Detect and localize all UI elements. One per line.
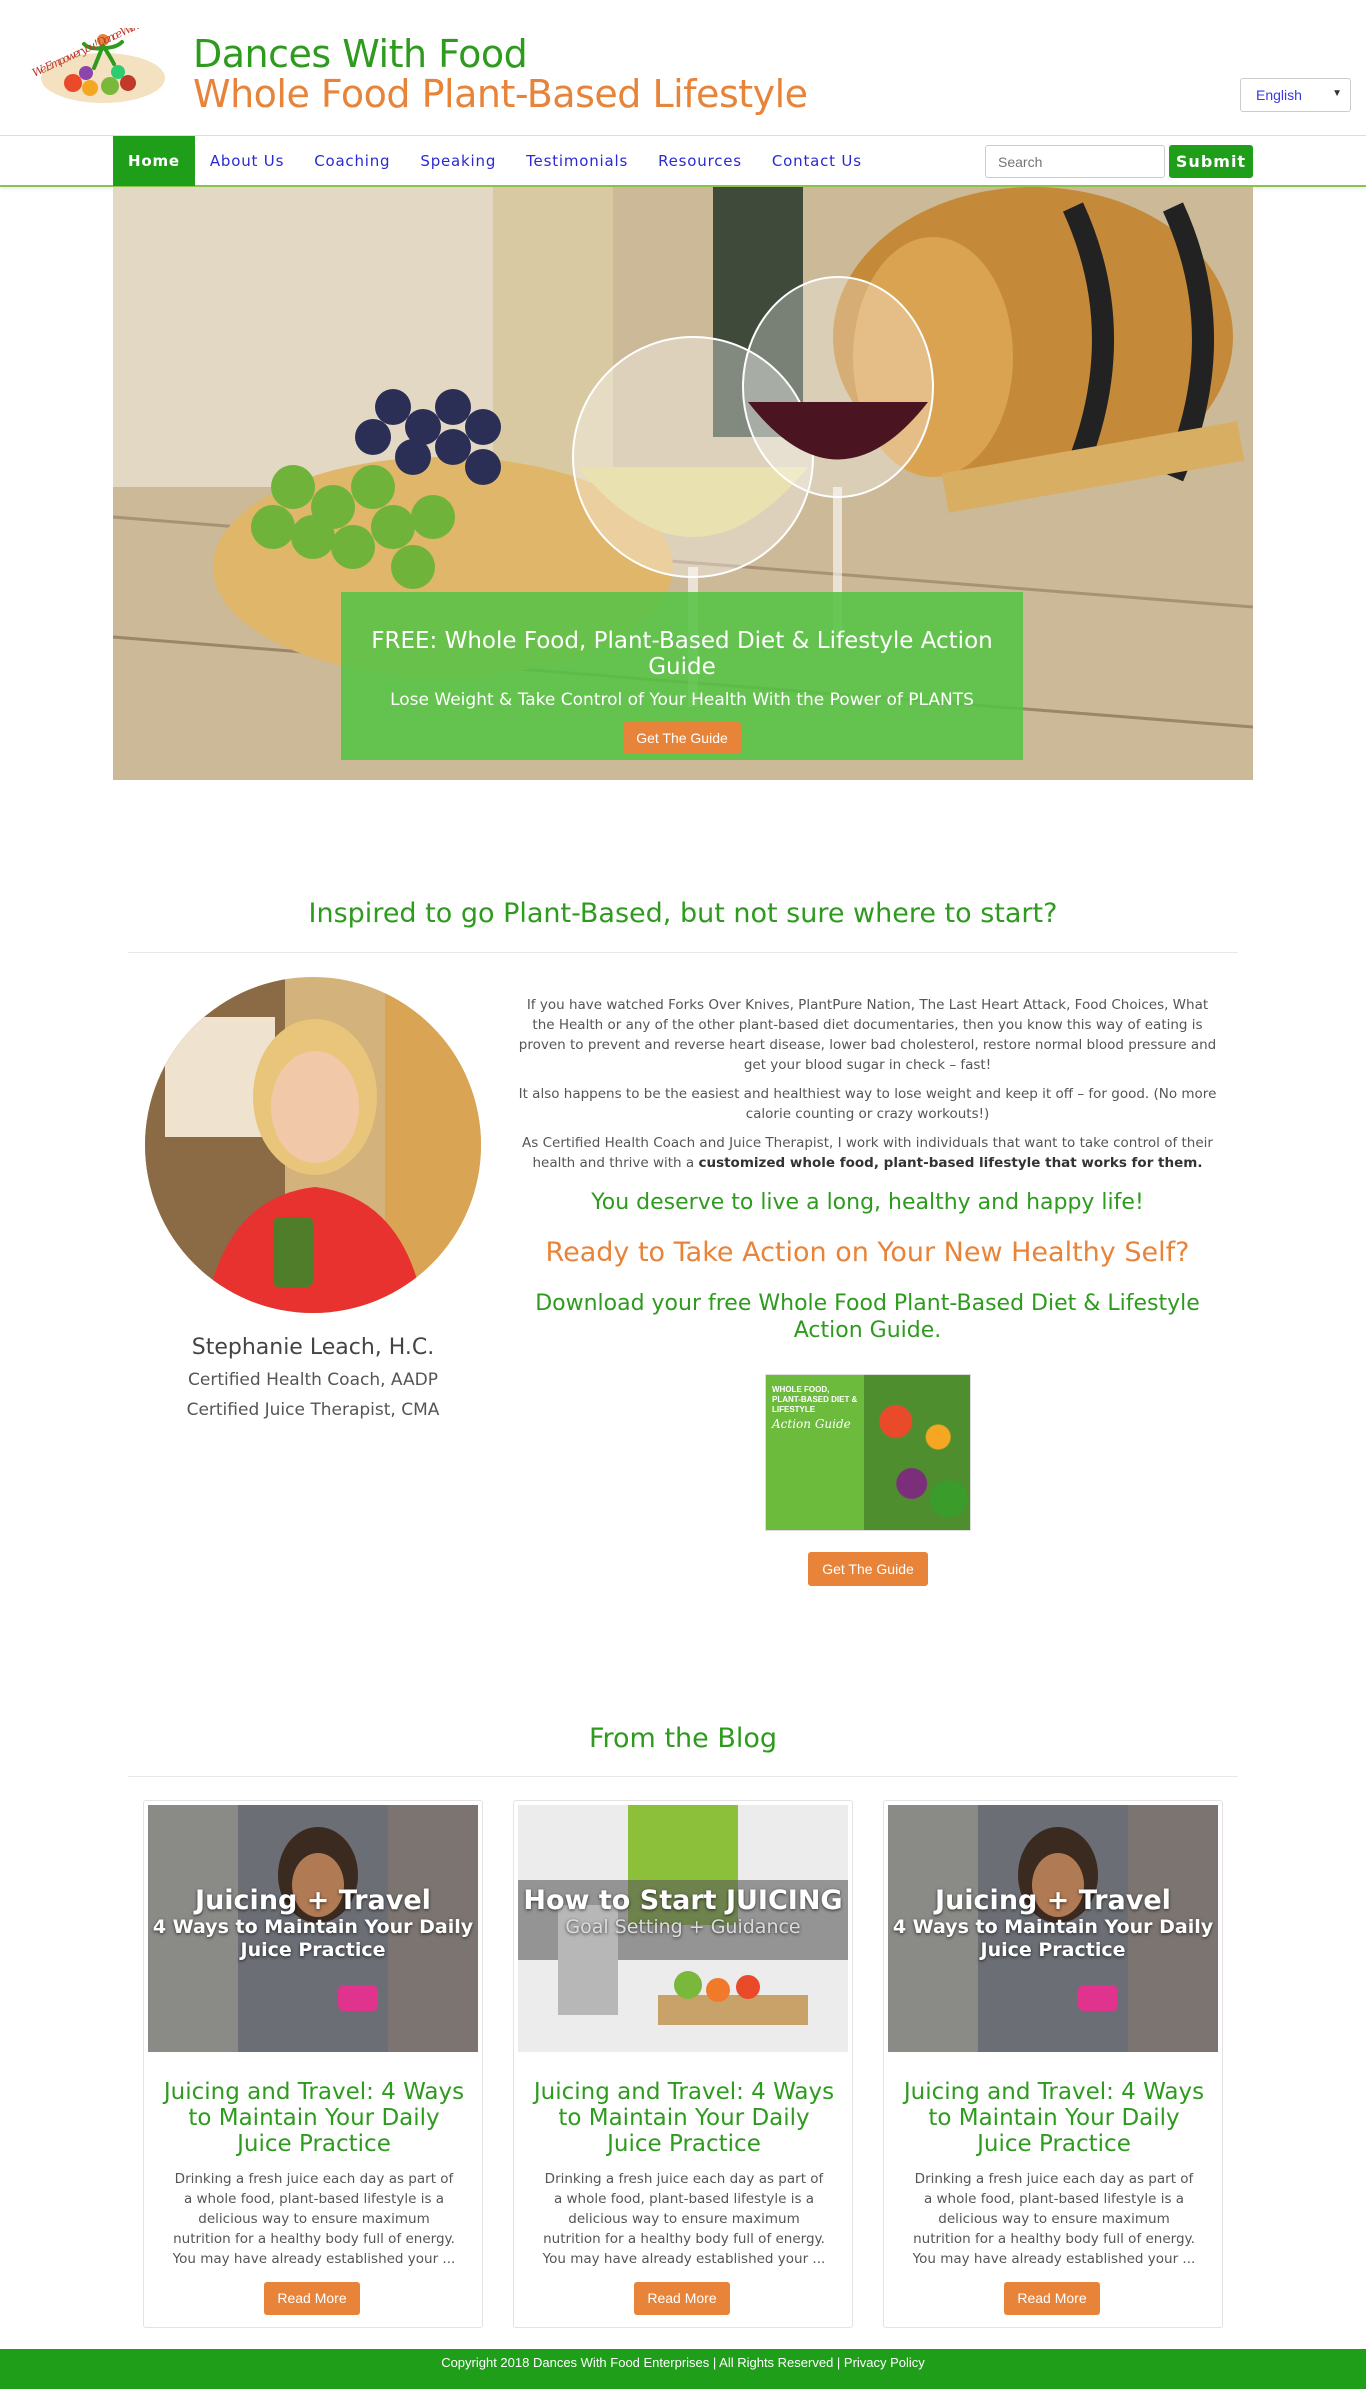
person-credential-aadp: Certified Health Coach, AADP: [188, 1370, 438, 1390]
blog-post-title[interactable]: Juicing and Travel: 4 Ways to Maintain Y…: [529, 2079, 839, 2157]
hero-banner: FREE: Whole Food, Plant-Based Diet & Lif…: [113, 187, 1253, 780]
language-value: English: [1256, 87, 1302, 103]
site-logo[interactable]: We Empower you ! Dance With Foods: [28, 9, 178, 108]
nav-item-home[interactable]: Home: [113, 136, 195, 186]
site-header: We Empower you ! Dance With Foods Dances…: [0, 0, 1366, 135]
blog-card: How to Start JUICING Goal Setting + Guid…: [513, 1800, 853, 2328]
guide-cover-image[interactable]: WHOLE FOOD, PLANT-BASED DIET & LIFESTYLE…: [765, 1374, 971, 1531]
site-title[interactable]: Dances With Food: [193, 32, 528, 76]
hero-callout: FREE: Whole Food, Plant-Based Diet & Lif…: [341, 592, 1023, 760]
blog-image-1-caption: Juicing + Travel 4 Ways to Maintain Your…: [148, 1885, 478, 1962]
blog-image-subtitle: Goal Setting + Guidance: [565, 1916, 801, 1938]
blog-divider: [128, 1776, 1238, 1777]
guide-cover-script: Action Guide: [772, 1417, 851, 1431]
person-name: Stephanie Leach, H.C.: [191, 1335, 435, 1360]
blog-post-excerpt: Drinking a fresh juice each day as part …: [912, 2171, 1196, 2267]
nav-menu: Home About Us Coaching Speaking Testimon…: [113, 136, 877, 186]
guide-cover-title: WHOLE FOOD, PLANT-BASED DIET & LIFESTYLE: [772, 1385, 858, 1414]
nav-item-contact-us[interactable]: Contact Us: [757, 136, 877, 186]
blog-post-excerpt: Drinking a fresh juice each day as part …: [172, 2171, 456, 2267]
portrait-image: [145, 977, 481, 1313]
get-guide-button[interactable]: Get The Guide: [808, 1552, 928, 1586]
person-credential-cma: Certified Juice Therapist, CMA: [186, 1400, 440, 1420]
nav-item-about-us[interactable]: About Us: [195, 136, 299, 186]
deserve-tagline: You deserve to live a long, healthy and …: [591, 1190, 1144, 1215]
read-more-button[interactable]: Read More: [264, 2282, 360, 2315]
blog-card: Juicing + Travel 4 Ways to Maintain Your…: [143, 1800, 483, 2328]
hero-title: FREE: Whole Food, Plant-Based Diet & Lif…: [371, 628, 993, 680]
ready-heading: Ready to Take Action on Your New Healthy…: [545, 1237, 1190, 1268]
blog-image-title: Juicing + Travel: [195, 1885, 431, 1916]
search-submit-button[interactable]: Submit: [1169, 145, 1253, 178]
nav-item-speaking[interactable]: Speaking: [405, 136, 511, 186]
intro-paragraph-3: As Certified Health Coach and Juice Ther…: [515, 1133, 1220, 1173]
blog-card-image[interactable]: Juicing + Travel 4 Ways to Maintain Your…: [888, 1805, 1218, 2052]
hero-get-guide-button[interactable]: Get The Guide: [623, 722, 741, 754]
portrait-photo: [145, 977, 481, 1313]
blog-image-subtitle: 4 Ways to Maintain Your Daily Juice Prac…: [152, 1916, 474, 1961]
search-input[interactable]: [985, 145, 1165, 178]
site-tagline: Whole Food Plant-Based Lifestyle: [193, 72, 808, 116]
blog-card-image[interactable]: Juicing + Travel 4 Ways to Maintain Your…: [148, 1805, 478, 2052]
nav-item-coaching[interactable]: Coaching: [299, 136, 405, 186]
blog-image-3-caption: Juicing + Travel 4 Ways to Maintain Your…: [888, 1885, 1218, 1962]
copyright-text: Copyright 2018 Dances With Food Enterpri…: [441, 2355, 925, 2370]
intro-divider: [128, 952, 1238, 953]
site-footer: Copyright 2018 Dances With Food Enterpri…: [0, 2349, 1366, 2389]
intro-heading: Inspired to go Plant-Based, but not sure…: [308, 898, 1058, 929]
blog-card-image[interactable]: How to Start JUICING Goal Setting + Guid…: [518, 1805, 848, 2052]
intro-paragraph-3-emphasis: customized whole food, plant-based lifes…: [698, 1155, 1203, 1171]
language-select[interactable]: English ▼: [1240, 78, 1351, 112]
intro-paragraph-2: It also happens to be the easiest and he…: [518, 1086, 1217, 1122]
blog-post-title[interactable]: Juicing and Travel: 4 Ways to Maintain Y…: [159, 2079, 469, 2157]
blog-post-title[interactable]: Juicing and Travel: 4 Ways to Maintain Y…: [899, 2079, 1209, 2157]
main-navbar: Home About Us Coaching Speaking Testimon…: [0, 135, 1366, 187]
guide-cover-text: WHOLE FOOD, PLANT-BASED DIET & LIFESTYLE…: [766, 1375, 864, 1530]
blog-card: Juicing + Travel 4 Ways to Maintain Your…: [883, 1800, 1223, 2328]
logo-graphic: We Empower you ! Dance With Foods: [30, 9, 165, 103]
hero-subtitle: Lose Weight & Take Control of Your Healt…: [390, 690, 974, 710]
blog-image-2-caption: How to Start JUICING Goal Setting + Guid…: [518, 1885, 848, 1939]
blog-image-title: How to Start JUICING: [523, 1885, 843, 1916]
read-more-button[interactable]: Read More: [634, 2282, 730, 2315]
nav-item-testimonials[interactable]: Testimonials: [511, 136, 643, 186]
chevron-down-icon: ▼: [1332, 88, 1342, 99]
blog-heading: From the Blog: [588, 1723, 778, 1754]
blog-image-subtitle: 4 Ways to Maintain Your Daily Juice Prac…: [892, 1916, 1214, 1961]
intro-text: If you have watched Forks Over Knives, P…: [515, 995, 1220, 1182]
download-heading: Download your free Whole Food Plant-Base…: [535, 1291, 1200, 1343]
blog-post-excerpt: Drinking a fresh juice each day as part …: [542, 2171, 826, 2267]
read-more-button[interactable]: Read More: [1004, 2282, 1100, 2315]
nav-item-resources[interactable]: Resources: [643, 136, 757, 186]
guide-cover-vegetables: [864, 1375, 970, 1530]
intro-paragraph-1: If you have watched Forks Over Knives, P…: [518, 997, 1217, 1073]
blog-image-title: Juicing + Travel: [935, 1885, 1171, 1916]
